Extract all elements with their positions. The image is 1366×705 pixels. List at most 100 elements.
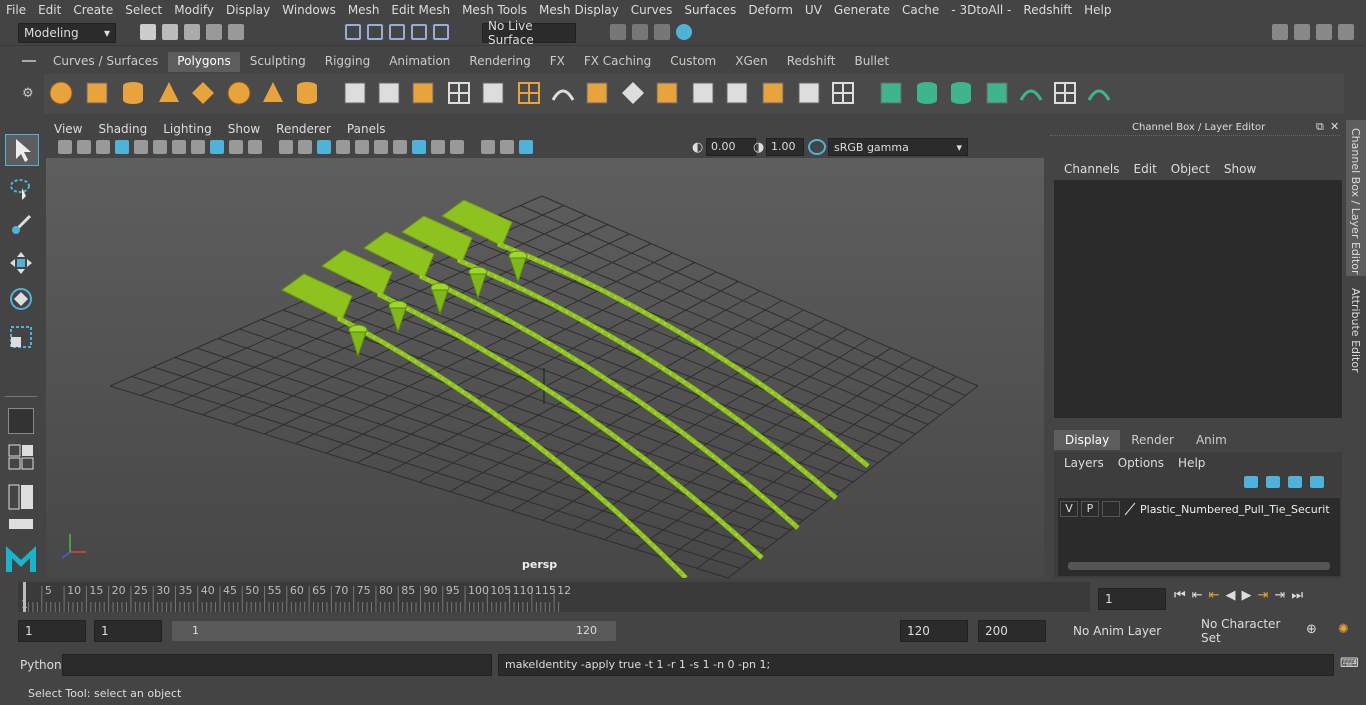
script-language-label[interactable]: Python xyxy=(20,658,62,672)
time-slider[interactable]: 1510152025303540455055606570758085909510… xyxy=(18,582,1090,612)
single-view-icon[interactable] xyxy=(8,408,34,434)
textured-icon[interactable] xyxy=(336,140,350,154)
layer-menu-help[interactable]: Help xyxy=(1172,456,1211,470)
scale-tool-icon[interactable] xyxy=(8,324,34,350)
step-back-key-icon[interactable]: ⇤ xyxy=(1209,588,1220,603)
image-plane-icon[interactable] xyxy=(115,140,129,154)
shelf-tab-fx[interactable]: FX xyxy=(540,52,574,72)
four-view-icon[interactable] xyxy=(8,444,34,470)
extract-icon[interactable] xyxy=(410,80,436,106)
viewport-menu-view[interactable]: View xyxy=(46,122,90,136)
new-layer-selected-icon[interactable] xyxy=(1310,476,1324,488)
viewport-menu-shading[interactable]: Shading xyxy=(90,122,155,136)
close-icon[interactable]: ✕ xyxy=(1330,120,1339,133)
shelf-tab-polygons[interactable]: Polygons xyxy=(168,52,240,72)
gate-mask-icon[interactable] xyxy=(191,140,205,154)
layer-playback-toggle[interactable]: P xyxy=(1081,501,1099,517)
menu-create[interactable]: Create xyxy=(67,3,119,17)
command-input[interactable] xyxy=(62,654,492,676)
step-forward-icon[interactable]: ⇥ xyxy=(1274,588,1285,603)
menu-3dtoall[interactable]: - 3DtoAll - xyxy=(945,3,1017,17)
layer-tab-display[interactable]: Display xyxy=(1054,430,1121,450)
menu-deform[interactable]: Deform xyxy=(742,3,799,17)
xray-components-icon[interactable] xyxy=(519,140,533,154)
wireframe-icon[interactable] xyxy=(279,140,293,154)
wedge-icon[interactable] xyxy=(654,80,680,106)
anim-layer-dropdown[interactable]: No Anim Layer xyxy=(1068,621,1178,641)
render-settings-icon[interactable] xyxy=(654,24,670,40)
current-frame-field[interactable]: 1 xyxy=(1098,588,1166,610)
outliner-icon[interactable] xyxy=(1294,24,1310,40)
colorspace-dropdown[interactable]: sRGB gamma ▾ xyxy=(828,138,968,156)
safe-action-icon[interactable] xyxy=(229,140,243,154)
move-layer-up-icon[interactable] xyxy=(1244,476,1258,488)
layer-menu-layers[interactable]: Layers xyxy=(1058,456,1110,470)
menu-mesh-display[interactable]: Mesh Display xyxy=(533,3,625,17)
render-frame-icon[interactable] xyxy=(610,24,626,40)
end-time-field[interactable]: 200 xyxy=(978,620,1046,642)
menu-surfaces[interactable]: Surfaces xyxy=(678,3,742,17)
layer-displaytype-toggle[interactable] xyxy=(1102,501,1120,517)
layer-visibility-toggle[interactable]: V xyxy=(1060,501,1078,517)
tool-settings-icon[interactable] xyxy=(1338,24,1354,40)
xray-joints-icon[interactable] xyxy=(500,140,514,154)
uv-planar-icon[interactable] xyxy=(878,80,904,106)
auto-key-icon[interactable]: ✺ xyxy=(1338,622,1349,637)
gamma-field[interactable]: 1.00 xyxy=(766,138,804,156)
poly-cylinder-icon[interactable] xyxy=(120,80,146,106)
channel-box-area[interactable] xyxy=(1054,180,1342,418)
redo-icon[interactable] xyxy=(228,24,244,40)
hypershade-icon[interactable] xyxy=(676,24,692,40)
step-back-icon[interactable]: ⇤ xyxy=(1192,588,1203,603)
key-preferences-icon[interactable]: ⊕ xyxy=(1306,622,1317,637)
resolution-gate-icon[interactable] xyxy=(172,140,186,154)
range-slider[interactable]: 1 120 xyxy=(172,621,616,641)
layer-tab-render[interactable]: Render xyxy=(1120,430,1185,450)
new-scene-icon[interactable] xyxy=(140,24,156,40)
fill-hole-icon[interactable] xyxy=(584,80,610,106)
select-tool-button[interactable] xyxy=(5,134,39,166)
merge-icon[interactable] xyxy=(620,80,646,106)
viewport-menu-show[interactable]: Show xyxy=(220,122,268,136)
unfold-icon[interactable] xyxy=(1086,80,1112,106)
ipr-icon[interactable] xyxy=(632,24,648,40)
poly-pipe-icon[interactable] xyxy=(294,80,320,106)
xray-icon[interactable] xyxy=(481,140,495,154)
uv-auto-icon[interactable] xyxy=(984,80,1010,106)
shadows-icon[interactable] xyxy=(374,140,388,154)
default-material-icon[interactable] xyxy=(317,140,331,154)
poly-cube-icon[interactable] xyxy=(84,80,110,106)
connect-icon[interactable] xyxy=(690,80,716,106)
mirror-icon[interactable] xyxy=(760,80,786,106)
ambient-occlusion-icon[interactable] xyxy=(393,140,407,154)
shelf-tab-animation[interactable]: Animation xyxy=(380,52,460,72)
isolate-icon[interactable] xyxy=(450,140,464,154)
channel-menu-channels[interactable]: Channels xyxy=(1058,162,1126,176)
snap-grid-icon[interactable] xyxy=(345,24,361,40)
save-scene-icon[interactable] xyxy=(184,24,200,40)
anti-alias-icon[interactable] xyxy=(431,140,445,154)
camera-icon[interactable] xyxy=(58,140,72,154)
snap-curve-icon[interactable] xyxy=(367,24,383,40)
lights-icon[interactable] xyxy=(355,140,369,154)
attribute-icon[interactable] xyxy=(1316,24,1332,40)
outliner-layout-icon[interactable] xyxy=(8,484,34,510)
poly-pyramid-icon[interactable] xyxy=(260,80,286,106)
snap-point-icon[interactable] xyxy=(389,24,405,40)
move-layer-down-icon[interactable] xyxy=(1266,476,1280,488)
viewport-menu-lighting[interactable]: Lighting xyxy=(155,122,220,136)
motion-blur-icon[interactable] xyxy=(412,140,426,154)
checker-icon[interactable] xyxy=(1052,80,1078,106)
viewport-menu-panels[interactable]: Panels xyxy=(339,122,394,136)
shelf-tab-redshift[interactable]: Redshift xyxy=(777,52,845,72)
menu-generate[interactable]: Generate xyxy=(828,3,896,17)
menu-windows[interactable]: Windows xyxy=(276,3,342,17)
layer-scrollbar[interactable] xyxy=(1068,562,1330,570)
gear-icon[interactable]: ⚙ xyxy=(22,86,36,101)
channel-menu-show[interactable]: Show xyxy=(1218,162,1262,176)
bevel-icon[interactable] xyxy=(480,80,506,106)
poly-plane-icon[interactable] xyxy=(190,80,216,106)
menu-mesh-tools[interactable]: Mesh Tools xyxy=(456,3,533,17)
menu-help[interactable]: Help xyxy=(1078,3,1117,17)
bridge-icon[interactable] xyxy=(516,80,542,106)
